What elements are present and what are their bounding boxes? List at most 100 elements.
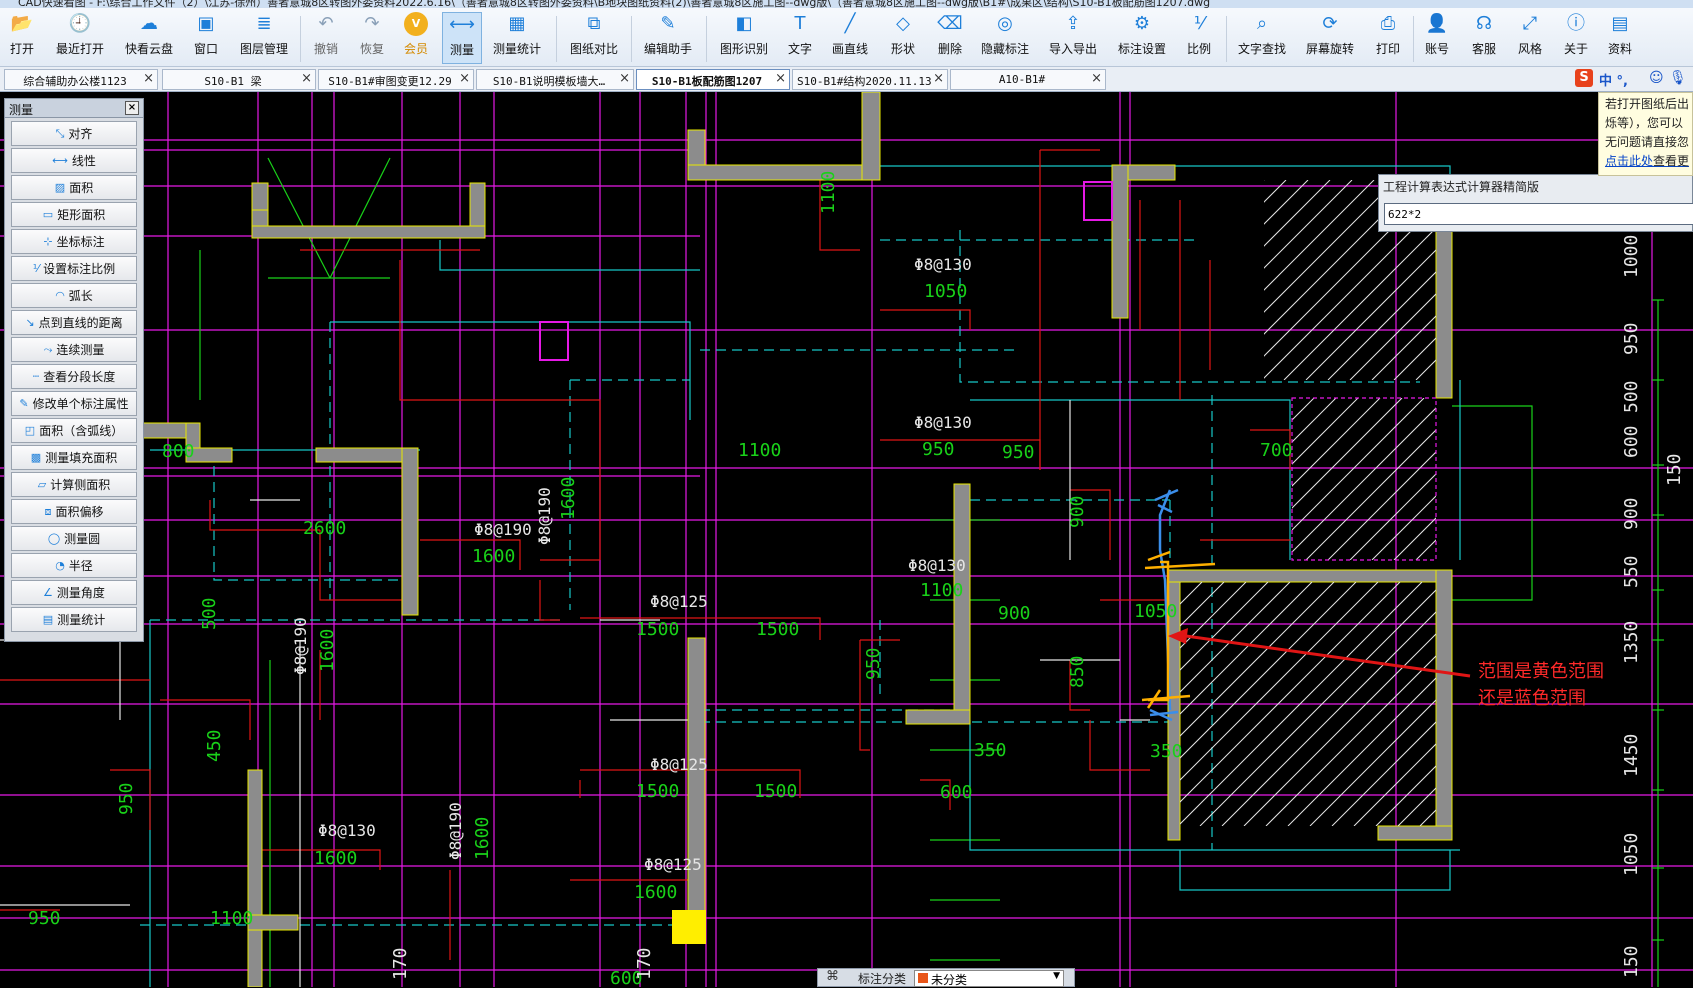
measure-tool-item[interactable]: ▩ 测量填充面积 — [11, 445, 137, 470]
toolbar-separator — [706, 16, 707, 62]
cad-label: 900 — [1067, 495, 1088, 528]
toolbar-button-5[interactable]: ≣ 图层管理 — [235, 12, 293, 64]
close-icon[interactable]: × — [125, 101, 139, 115]
cad-label: 1500 — [636, 619, 679, 640]
toolbar-button-9[interactable]: ⟷ 测量 — [442, 12, 482, 64]
measure-tool-item[interactable]: ┄ 查看分段长度 — [11, 364, 137, 389]
layers-small-icon[interactable]: ⌘ — [826, 969, 839, 984]
toolbar-button-label: 客服 — [1471, 42, 1496, 56]
mic-icon[interactable]: 🎙 — [1669, 70, 1687, 86]
ime-logo-icon[interactable]: S — [1575, 69, 1593, 87]
tab-close-icon[interactable]: × — [1091, 71, 1102, 86]
recent-clock-icon: 🕘 — [68, 13, 92, 34]
toolbar-button-label: 测量统计 — [492, 42, 541, 56]
cad-label: 1600 — [472, 546, 515, 567]
toolbar-button-15[interactable]: ╱ 画直线 — [827, 12, 873, 64]
category-select[interactable]: 未分类 ▼ — [914, 970, 1064, 987]
toolbar-button-13[interactable]: ◧ 图形识别 — [715, 12, 773, 64]
measure-panel-title: 测量 — [9, 103, 34, 117]
toolbar-button-20[interactable]: ⚙ 标注设置 — [1113, 12, 1171, 64]
toolbar-button-21[interactable]: ⅟ 比例 — [1179, 12, 1219, 64]
toolbar-button-7[interactable]: ↷ 恢复 — [352, 12, 392, 64]
measure-tool-item[interactable]: ◯ 测量圆 — [11, 526, 137, 551]
notice-link[interactable]: 点击此处查看更 — [1599, 150, 1692, 171]
measure-tool-item[interactable]: ⅟ 设置标注比例 — [11, 256, 137, 281]
ime-mode-text[interactable]: 中 °, — [1599, 70, 1628, 89]
measure-tool-item[interactable]: ▭ 矩形面积 — [11, 202, 137, 227]
toolbar-button-16[interactable]: ◇ 形状 — [883, 12, 923, 64]
wall-segment — [247, 769, 263, 987]
toolbar-button-2[interactable]: 🕘 最近打开 — [52, 12, 108, 64]
measure-tool-item[interactable]: ⟷ 线性 — [11, 148, 137, 173]
file-tab-label: S10-B1板配筋图1207 — [651, 75, 763, 88]
tab-close-icon[interactable]: × — [619, 71, 630, 86]
cad-label: 350 — [974, 740, 1007, 761]
measure-tool-item[interactable]: ▱ 计算侧面积 — [11, 472, 137, 497]
measure-tool-item[interactable]: ⤳ 连续测量 — [11, 337, 137, 362]
measure-tool-item[interactable]: ◔ 半径 — [11, 553, 137, 578]
measure-tool-item[interactable]: ↘ 点到直线的距离 — [11, 310, 137, 335]
toolbar-button-8[interactable]: V 会员 — [398, 12, 434, 64]
toolbar-button-27[interactable]: ⤢ 风格 — [1510, 12, 1550, 64]
chevron-down-icon[interactable]: ▼ — [1053, 971, 1060, 981]
toolbar-button-17[interactable]: ⌫ 删除 — [930, 12, 970, 64]
toolbar-button-label: 快看云盘 — [124, 42, 173, 56]
toolbar-button-1[interactable]: 📂 打开 — [4, 12, 40, 64]
notice-popup: 若打开图纸后出 烁等），您可以 无问题请直接忽 点击此处查看更 — [1598, 92, 1693, 176]
toolbar-button-label: 画直线 — [831, 42, 868, 56]
measure-tool-item[interactable]: ▤ 测量统计 — [11, 607, 137, 632]
file-tab[interactable]: 综合辅助办公楼1123 × — [4, 69, 158, 90]
measure-tool-item[interactable]: ◠ 弧长 — [11, 283, 137, 308]
toolbar-button-24[interactable]: ⎙ 打印 — [1368, 12, 1408, 64]
toolbar-button-18[interactable]: ◎ 隐藏标注 — [976, 12, 1034, 64]
cad-label: 950 — [1002, 442, 1035, 463]
toolbar-button-3[interactable]: ☁ 快看云盘 — [120, 12, 178, 64]
toolbar-button-28[interactable]: ⓘ 关于 — [1556, 12, 1596, 64]
file-tab[interactable]: S10-B1#审图变更12.29 × — [318, 69, 474, 90]
file-tab[interactable]: S10-B1#结构2020.11.13 × — [792, 69, 948, 90]
point-line-distance-icon: ↘ — [25, 316, 35, 329]
toolbar-button-14[interactable]: T 文字 — [780, 12, 820, 64]
toolbar-button-29[interactable]: ▤ 资料 — [1600, 12, 1640, 64]
file-tab[interactable]: S10-B1 梁 × — [162, 69, 316, 90]
toolbar-button-6[interactable]: ↶ 撤销 — [306, 12, 346, 64]
align-measure-icon: ⤡ — [55, 126, 65, 140]
radius-icon: ◔ — [55, 559, 65, 572]
toolbar-button-23[interactable]: ⟳ 屏幕旋转 — [1301, 12, 1359, 64]
toolbar-button-10[interactable]: ▦ 测量统计 — [488, 12, 546, 64]
cad-label: 900 — [998, 603, 1031, 624]
smile-icon[interactable]: ☺ — [1649, 70, 1664, 86]
measure-tool-item[interactable]: ⧈ 面积偏移 — [11, 499, 137, 524]
measure-tool-item[interactable]: ✎ 修改单个标注属性 — [11, 391, 137, 416]
tab-close-icon[interactable]: × — [459, 71, 470, 86]
measure-tool-label: 线性 — [71, 154, 96, 168]
toolbar-button-19[interactable]: ⇪ 导入导出 — [1044, 12, 1102, 64]
file-tab[interactable]: A10-B1# × — [950, 69, 1106, 90]
tab-close-icon[interactable]: × — [301, 71, 312, 86]
toolbar-button-11[interactable]: ⧉ 图纸对比 — [566, 12, 622, 64]
measure-tool-item[interactable]: ⊹ 坐标标注 — [11, 229, 137, 254]
measure-tool-item[interactable]: ◰ 面积（含弧线） — [11, 418, 137, 443]
toolbar-button-26[interactable]: ☊ 客服 — [1464, 12, 1504, 64]
cad-label: 1050 — [1621, 833, 1642, 876]
calculator-expression-input[interactable] — [1384, 203, 1693, 225]
toolbar-button-22[interactable]: ⌕ 文字查找 — [1233, 12, 1291, 64]
measure-tool-item[interactable]: ⤡ 对齐 — [11, 121, 137, 146]
compare-icon: ⧉ — [587, 13, 601, 34]
toolbar-button-25[interactable]: 👤 账号 — [1417, 12, 1457, 64]
measure-tool-item[interactable]: ▨ 面积 — [11, 175, 137, 200]
toolbar-button-12[interactable]: ✎ 编辑助手 — [639, 12, 697, 64]
toolbar-button-label: 最近打开 — [55, 42, 104, 56]
tab-close-icon[interactable]: × — [775, 71, 786, 86]
measure-tool-item[interactable]: ∠ 测量角度 — [11, 580, 137, 605]
file-tab[interactable]: S10-B1板配筋图1207 × — [636, 69, 790, 90]
area-icon: ▨ — [54, 181, 66, 194]
file-tab[interactable]: S10-B1说明模板墙大… × — [476, 69, 634, 90]
tab-close-icon[interactable]: × — [933, 71, 944, 86]
file-tab-label: A10-B1# — [998, 73, 1046, 86]
tab-close-icon[interactable]: × — [143, 71, 154, 86]
shape-tool-icon: ◇ — [896, 13, 910, 34]
cad-label: 600 — [940, 782, 973, 803]
rotate-screen-icon: ⟳ — [1322, 13, 1338, 34]
toolbar-button-4[interactable]: ▣ 窗口 — [186, 12, 226, 64]
